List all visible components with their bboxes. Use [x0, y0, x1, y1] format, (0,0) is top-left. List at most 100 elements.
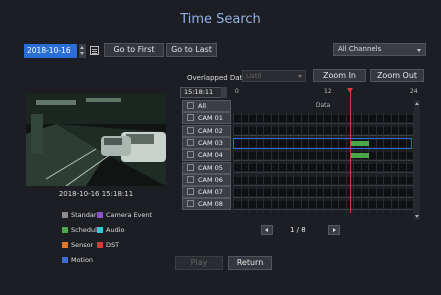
checkbox[interactable]	[187, 114, 194, 122]
hour-gridline	[278, 113, 279, 213]
legend-item: Audio	[97, 226, 124, 234]
scroll-up-icon[interactable]	[415, 102, 419, 105]
checkbox[interactable]	[187, 151, 194, 159]
date-stepper[interactable]	[79, 44, 86, 58]
checkbox[interactable]	[187, 138, 194, 146]
channel-label: CAM 06	[198, 175, 223, 184]
go-to-last-button[interactable]: Go to Last	[166, 43, 217, 57]
zoom-in-button[interactable]: Zoom In	[313, 69, 366, 82]
legend-item: DST	[97, 241, 119, 249]
timeline-ruler[interactable]: 0 12 24	[232, 88, 418, 98]
legend-label: Sensor	[71, 241, 94, 249]
hour-gridline	[233, 113, 234, 213]
hour-gridline	[338, 113, 339, 213]
timeline-scrollbar[interactable]	[414, 100, 420, 220]
hour-gridline	[375, 113, 377, 213]
channel-label: CAM 03	[198, 138, 223, 147]
return-button[interactable]: Return	[228, 256, 272, 270]
hour-gridline	[405, 113, 407, 213]
time-stepper[interactable]	[221, 87, 227, 98]
channel-label: CAM 04	[198, 151, 223, 160]
hour-gridline	[398, 113, 399, 213]
zoom-out-button[interactable]: Zoom Out	[370, 69, 424, 82]
channel-select-value: All Channels	[338, 45, 382, 53]
legend-item: Camera Event	[97, 211, 152, 219]
channel-row[interactable]: CAM 04	[182, 149, 231, 162]
date-field[interactable]: 2018-10-16	[24, 44, 77, 58]
chevron-left-icon	[265, 228, 268, 232]
chevron-right-icon	[333, 228, 336, 232]
hour-gridline	[255, 113, 257, 213]
channel-select[interactable]: All Channels	[333, 43, 426, 56]
data-column-header: Data	[315, 102, 331, 109]
channel-label: CAM 01	[198, 114, 223, 123]
overlapped-data-select[interactable]: List0	[242, 70, 306, 82]
selected-row-highlight	[233, 137, 412, 149]
checkbox[interactable]	[187, 126, 194, 134]
legend-swatch	[97, 242, 103, 248]
hour-gridline	[360, 113, 362, 213]
video-timestamp: 2018-10-16 15:18:11	[58, 190, 134, 198]
channel-label: CAM 02	[198, 126, 223, 135]
hour-gridline	[330, 113, 332, 213]
channel-row[interactable]: CAM 05	[182, 161, 231, 174]
legend-label: DST	[106, 241, 120, 249]
hour-gridline	[263, 113, 264, 213]
hour-gridline	[383, 113, 384, 213]
channel-row[interactable]: CAM 07	[182, 186, 231, 199]
hour-gridline	[345, 113, 347, 213]
legend-item: Sensor	[62, 241, 93, 249]
tick-label: 0	[235, 88, 239, 95]
legend-label: Motion	[71, 256, 94, 264]
legend-swatch	[62, 227, 68, 233]
checkbox[interactable]	[187, 200, 194, 208]
play-button[interactable]: Play	[175, 256, 223, 270]
tick-label: 24	[410, 88, 418, 95]
playhead-line[interactable]	[350, 88, 351, 213]
legend-label: Camera Event	[106, 211, 153, 219]
hour-gridline	[323, 113, 324, 213]
scroll-down-icon[interactable]	[415, 215, 419, 218]
legend-item: Motion	[62, 256, 93, 264]
chevron-down-icon	[417, 49, 421, 52]
hour-gridline	[353, 113, 354, 213]
tick-label: 12	[324, 88, 332, 95]
checkbox[interactable]	[187, 163, 194, 171]
channel-row[interactable]: CAM 01	[182, 112, 231, 125]
checkbox[interactable]	[187, 188, 194, 196]
channel-label: CAM 08	[198, 200, 223, 209]
channel-row[interactable]: CAM 02	[182, 124, 231, 137]
overlapped-data-value: List0	[246, 72, 262, 80]
parking-garage-image	[26, 94, 166, 186]
legend-swatch	[97, 212, 103, 218]
legend-swatch	[97, 227, 103, 233]
calendar-icon[interactable]	[90, 46, 99, 55]
timeline-grid[interactable]	[233, 88, 414, 221]
channel-all[interactable]: All	[182, 100, 231, 112]
channel-row[interactable]: CAM 06	[182, 173, 231, 186]
checkbox[interactable]	[187, 175, 194, 183]
legend-swatch	[62, 257, 68, 263]
channel-label: CAM 07	[198, 188, 223, 197]
page-indicator: 1 / 8	[290, 226, 306, 234]
hour-gridline	[308, 113, 309, 213]
chevron-down-icon	[298, 75, 302, 78]
hour-gridline	[248, 113, 249, 213]
next-page-button[interactable]	[328, 225, 340, 235]
hour-gridline	[390, 113, 392, 213]
legend-swatch	[62, 212, 68, 218]
page-title: Time Search	[180, 12, 261, 27]
hour-gridline	[285, 113, 287, 213]
hour-gridline	[300, 113, 302, 213]
hour-gridline	[368, 113, 369, 213]
channel-row[interactable]: CAM 08	[182, 198, 231, 211]
prev-page-button[interactable]	[261, 225, 273, 235]
overlapped-data-label: Overlapped Data	[187, 74, 247, 82]
current-time-field[interactable]: 15:18:11	[180, 87, 227, 98]
checkbox[interactable]	[187, 102, 194, 109]
hour-gridline	[293, 113, 294, 213]
hour-gridline	[270, 113, 272, 213]
go-to-first-button[interactable]: Go to First	[104, 43, 164, 57]
recording-segment[interactable]	[351, 152, 369, 158]
channel-row[interactable]: CAM 03	[182, 136, 231, 149]
